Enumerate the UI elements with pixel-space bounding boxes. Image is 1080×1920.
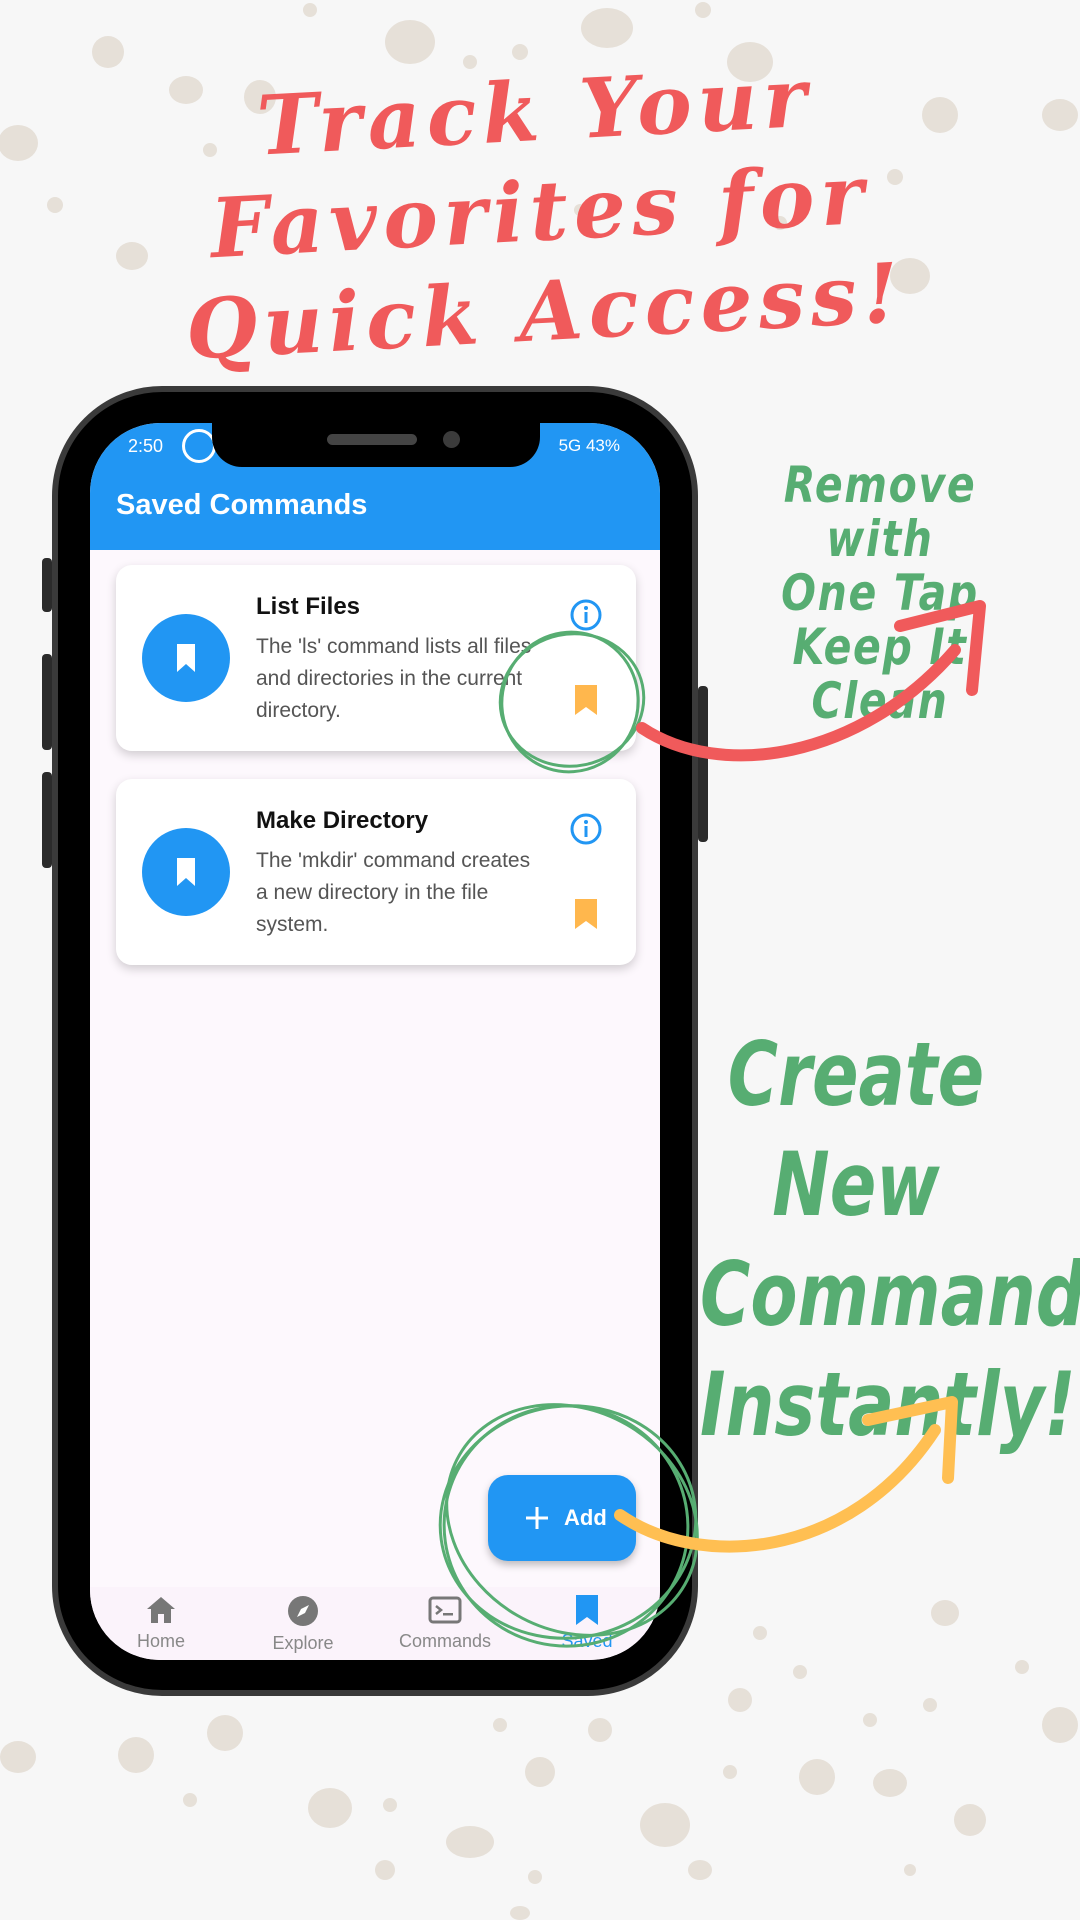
- terminal-icon: [428, 1596, 462, 1624]
- create-callout-line-2: Commands: [700, 1243, 1080, 1346]
- phone-notch: [212, 423, 540, 467]
- bookmark-icon: [576, 1595, 598, 1625]
- compass-icon: [288, 1596, 318, 1626]
- bookmark-avatar: [142, 614, 230, 702]
- info-icon[interactable]: [568, 597, 604, 633]
- card-title: List Files: [256, 593, 361, 620]
- create-callout: Create New Commands Instantly!: [700, 1020, 1080, 1460]
- info-icon[interactable]: [568, 811, 604, 847]
- bookmark-toggle-icon[interactable]: [574, 899, 598, 929]
- phone-side-button: [42, 772, 52, 868]
- nav-label: Explore: [272, 1633, 334, 1653]
- phone-camera: [443, 431, 460, 448]
- command-card[interactable]: Make Directory The 'mkdir' command creat…: [116, 779, 636, 965]
- hotspot-icon: [182, 429, 216, 463]
- card-title: Make Directory: [256, 807, 429, 834]
- plus-icon: [526, 1507, 548, 1529]
- phone-speaker: [327, 434, 417, 445]
- remove-callout-line-1: Remove with: [783, 456, 977, 568]
- phone-side-button: [42, 654, 52, 750]
- nav-item-saved[interactable]: Saved: [516, 1595, 658, 1660]
- phone-side-button: [42, 558, 52, 612]
- page-title: Saved Commands: [116, 489, 368, 521]
- bottom-navigation: Home Explore Commands Saved: [90, 1587, 660, 1660]
- create-callout-line-3: Instantly!: [700, 1353, 1076, 1456]
- phone-side-button: [698, 686, 708, 842]
- home-icon: [147, 1597, 175, 1623]
- bookmark-toggle-icon[interactable]: [574, 685, 598, 715]
- add-command-button[interactable]: Add: [488, 1475, 636, 1561]
- bookmark-avatar: [142, 828, 230, 916]
- phone-screen: 2:50 5G 43% Saved Commands List Files Th…: [90, 423, 660, 1660]
- card-description: The 'mkdir' command creates a new direct…: [256, 849, 531, 936]
- status-time: 2:50: [128, 436, 164, 456]
- nav-item-home[interactable]: Home: [90, 1595, 232, 1660]
- remove-callout-line-2: One Tap Keep It: [781, 564, 979, 676]
- bookmark-icon: [177, 858, 195, 886]
- remove-callout: Remove with One Tap Keep It Clean: [732, 458, 1027, 728]
- card-description: The 'ls' command lists all files and dir…: [256, 635, 532, 722]
- remove-callout-line-3: Clean: [811, 672, 949, 730]
- nav-label: Saved: [561, 1631, 613, 1651]
- add-button-label: Add: [564, 1505, 607, 1530]
- create-callout-line-1: Create New: [727, 1023, 985, 1236]
- nav-item-commands[interactable]: Commands: [374, 1595, 516, 1660]
- bookmark-icon: [177, 644, 195, 672]
- nav-label: Home: [136, 1631, 185, 1651]
- headline: Track Your Favorites for Quick Access!: [0, 34, 1080, 390]
- status-battery: 5G 43%: [558, 436, 620, 455]
- nav-item-explore[interactable]: Explore: [232, 1595, 374, 1660]
- nav-label: Commands: [398, 1631, 492, 1651]
- command-card[interactable]: List Files The 'ls' command lists all fi…: [116, 565, 636, 751]
